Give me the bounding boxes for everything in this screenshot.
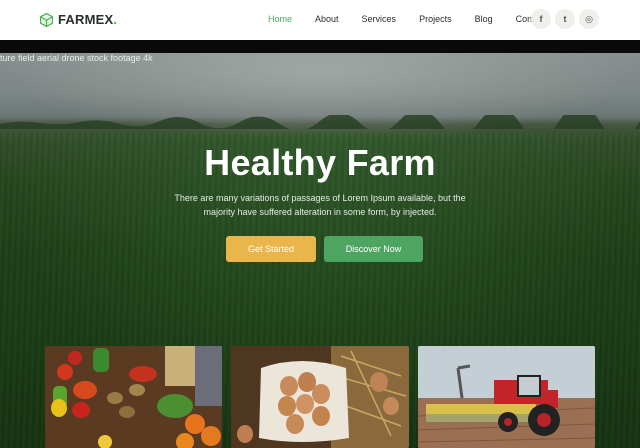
nav-projects[interactable]: Projects [419, 14, 452, 24]
nav-about[interactable]: About [315, 14, 339, 24]
video-bar [0, 40, 640, 53]
site-header: FARMEX. Home About Services Projects Blo… [0, 0, 640, 40]
video-caption: ture field aerial drone stock footage 4k [0, 53, 153, 63]
logo[interactable]: FARMEX. [40, 12, 117, 27]
social-links: f t ◎ [531, 9, 599, 29]
tractor-illustration [418, 346, 595, 448]
vegetables-image[interactable] [45, 346, 222, 448]
eggs-image[interactable] [231, 346, 409, 448]
facebook-icon[interactable]: f [531, 9, 551, 29]
instagram-icon[interactable]: ◎ [579, 9, 599, 29]
main-nav: Home About Services Projects Blog Contac… [268, 14, 570, 24]
logo-text: FARMEX. [58, 12, 118, 27]
eggs-illustration [231, 346, 409, 448]
tractor-image[interactable] [418, 346, 595, 448]
discover-now-button[interactable]: Discover Now [324, 236, 423, 262]
nav-services[interactable]: Services [362, 14, 397, 24]
vegetables-illustration [45, 346, 222, 448]
twitter-icon[interactable]: t [555, 9, 575, 29]
leaf-cube-icon [40, 12, 53, 27]
nav-blog[interactable]: Blog [475, 14, 493, 24]
get-started-button[interactable]: Get Started [226, 236, 316, 262]
hero-subtitle: There are many variations of passages of… [174, 193, 466, 217]
hero-title: Healthy Farm [204, 142, 436, 183]
nav-home[interactable]: Home [268, 14, 292, 24]
